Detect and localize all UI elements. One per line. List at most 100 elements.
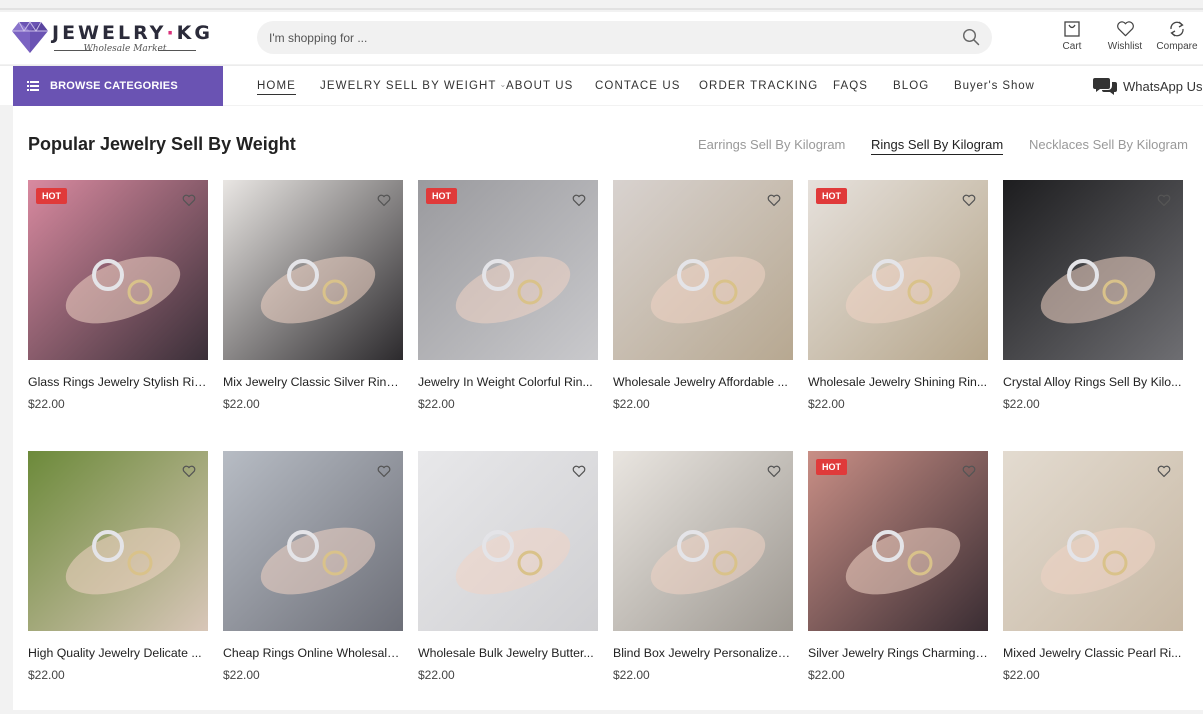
product-price: $22.00 bbox=[28, 668, 65, 682]
heart-icon[interactable] bbox=[572, 194, 586, 207]
product-photo bbox=[1003, 451, 1183, 631]
product-card[interactable]: High Quality Jewelry Delicate ... $22.00 bbox=[28, 451, 208, 691]
product-price: $22.00 bbox=[223, 397, 260, 411]
heart-icon[interactable] bbox=[962, 194, 976, 207]
compare-icon bbox=[1170, 21, 1184, 37]
product-image[interactable]: HOT bbox=[28, 180, 208, 360]
heart-icon[interactable] bbox=[572, 465, 586, 478]
product-photo bbox=[613, 451, 793, 631]
hot-badge: HOT bbox=[426, 188, 457, 204]
nav-blog[interactable]: BLOG bbox=[893, 80, 929, 92]
nav-about-us[interactable]: ABOUT US bbox=[506, 80, 573, 92]
product-card[interactable]: HOT Jewelry In Weight Colorful Rin... $22.… bbox=[418, 180, 598, 420]
product-image[interactable] bbox=[1003, 451, 1183, 631]
product-image[interactable]: HOT bbox=[808, 180, 988, 360]
product-name[interactable]: Mixed Jewelry Classic Pearl Ri... bbox=[1003, 646, 1183, 660]
product-image[interactable] bbox=[613, 180, 793, 360]
whatsapp-link[interactable]: WhatsApp Us bbox=[1093, 76, 1202, 96]
product-image[interactable] bbox=[613, 451, 793, 631]
wishlist-label: Wishlist bbox=[1107, 41, 1143, 52]
product-card[interactable]: HOT Wholesale Jewelry Shining Rin... $22.0… bbox=[808, 180, 988, 420]
product-card[interactable]: Mixed Jewelry Classic Pearl Ri... $22.00 bbox=[1003, 451, 1183, 691]
product-name[interactable]: Blind Box Jewelry Personalized... bbox=[613, 646, 793, 660]
product-price: $22.00 bbox=[1003, 397, 1040, 411]
product-photo bbox=[28, 180, 208, 360]
product-name[interactable]: Crystal Alloy Rings Sell By Kilo... bbox=[1003, 375, 1183, 389]
product-price: $22.00 bbox=[808, 668, 845, 682]
heart-icon[interactable] bbox=[767, 194, 781, 207]
tab-necklaces[interactable]: Necklaces Sell By Kilogram bbox=[1029, 137, 1188, 152]
hot-badge: HOT bbox=[36, 188, 67, 204]
compare-button[interactable]: Compare bbox=[1152, 20, 1202, 52]
product-price: $22.00 bbox=[223, 668, 260, 682]
site-logo[interactable]: JEWELRY·KG Wholesale Market bbox=[12, 18, 210, 60]
cart-button[interactable]: Cart bbox=[1047, 20, 1097, 52]
product-name[interactable]: Glass Rings Jewelry Stylish Rin... bbox=[28, 375, 208, 389]
wishlist-button[interactable]: Wishlist bbox=[1100, 20, 1150, 52]
product-card[interactable]: Crystal Alloy Rings Sell By Kilo... $22.0… bbox=[1003, 180, 1183, 420]
product-image[interactable] bbox=[418, 451, 598, 631]
product-image[interactable]: HOT bbox=[418, 180, 598, 360]
product-photo bbox=[223, 180, 403, 360]
section-title: Popular Jewelry Sell By Weight bbox=[28, 134, 296, 154]
product-photo bbox=[28, 451, 208, 631]
brand-name: JEWELRY·KG bbox=[52, 22, 213, 44]
product-price: $22.00 bbox=[1003, 668, 1040, 682]
tab-earrings[interactable]: Earrings Sell By Kilogram bbox=[698, 137, 845, 152]
product-image[interactable] bbox=[223, 180, 403, 360]
heart-icon[interactable] bbox=[182, 465, 196, 478]
search-bar bbox=[257, 21, 992, 54]
product-price: $22.00 bbox=[28, 397, 65, 411]
product-price: $22.00 bbox=[808, 397, 845, 411]
product-photo bbox=[418, 180, 598, 360]
product-card[interactable]: Blind Box Jewelry Personalized... $22.00 bbox=[613, 451, 793, 691]
product-price: $22.00 bbox=[613, 668, 650, 682]
product-card[interactable]: Cheap Rings Online Wholesale... $22.00 bbox=[223, 451, 403, 691]
product-price: $22.00 bbox=[418, 668, 455, 682]
product-name[interactable]: Wholesale Bulk Jewelry Butter... bbox=[418, 646, 598, 660]
product-photo bbox=[613, 180, 793, 360]
product-image[interactable]: HOT bbox=[808, 451, 988, 631]
browse-categories-button[interactable]: BROWSE CATEGORIES bbox=[13, 66, 223, 106]
nav-order-tracking[interactable]: ORDER TRACKING bbox=[699, 80, 818, 92]
diamond-logo-icon bbox=[12, 21, 48, 53]
heart-icon[interactable] bbox=[962, 465, 976, 478]
nav-contact-us[interactable]: CONTACE US bbox=[595, 80, 681, 92]
product-card[interactable]: Wholesale Bulk Jewelry Butter... $22.00 bbox=[418, 451, 598, 691]
nav-faqs[interactable]: FAQS bbox=[833, 80, 868, 92]
hot-badge: HOT bbox=[816, 459, 847, 475]
product-card[interactable]: HOT Glass Rings Jewelry Stylish Rin... $22… bbox=[28, 180, 208, 420]
heart-icon[interactable] bbox=[182, 194, 196, 207]
product-card[interactable]: Wholesale Jewelry Affordable ... $22.00 bbox=[613, 180, 793, 420]
menu-icon bbox=[27, 81, 39, 91]
product-card[interactable]: HOT Silver Jewelry Rings Charming ... $22.… bbox=[808, 451, 988, 691]
product-name[interactable]: High Quality Jewelry Delicate ... bbox=[28, 646, 208, 660]
heart-icon[interactable] bbox=[377, 194, 391, 207]
heart-icon[interactable] bbox=[1157, 465, 1171, 478]
compare-label: Compare bbox=[1156, 41, 1198, 52]
heart-icon[interactable] bbox=[377, 465, 391, 478]
nav-home[interactable]: HOME bbox=[257, 80, 296, 95]
product-name[interactable]: Silver Jewelry Rings Charming ... bbox=[808, 646, 988, 660]
product-name[interactable]: Wholesale Jewelry Affordable ... bbox=[613, 375, 793, 389]
product-name[interactable]: Cheap Rings Online Wholesale... bbox=[223, 646, 403, 660]
product-name[interactable]: Jewelry In Weight Colorful Rin... bbox=[418, 375, 598, 389]
product-name[interactable]: Wholesale Jewelry Shining Rin... bbox=[808, 375, 988, 389]
product-photo bbox=[418, 451, 598, 631]
nav-buyers-show[interactable]: Buyer's Show bbox=[954, 80, 1035, 92]
heart-icon[interactable] bbox=[1157, 194, 1171, 207]
heart-icon[interactable] bbox=[767, 465, 781, 478]
product-image[interactable] bbox=[28, 451, 208, 631]
product-photo bbox=[808, 451, 988, 631]
product-image[interactable] bbox=[1003, 180, 1183, 360]
product-name[interactable]: Mix Jewelry Classic Silver Ring... bbox=[223, 375, 403, 389]
product-card[interactable]: Mix Jewelry Classic Silver Ring... $22.00 bbox=[223, 180, 403, 420]
product-image[interactable] bbox=[223, 451, 403, 631]
search-icon[interactable] bbox=[962, 28, 980, 46]
product-price: $22.00 bbox=[418, 397, 455, 411]
nav-jewelry-sell-by-weight[interactable]: JEWELRY SELL BY WEIGHT ⌄ bbox=[320, 80, 507, 92]
top-border bbox=[0, 0, 1203, 10]
search-input[interactable] bbox=[269, 21, 929, 54]
cart-icon bbox=[1064, 21, 1080, 37]
tab-rings[interactable]: Rings Sell By Kilogram bbox=[871, 137, 1004, 155]
